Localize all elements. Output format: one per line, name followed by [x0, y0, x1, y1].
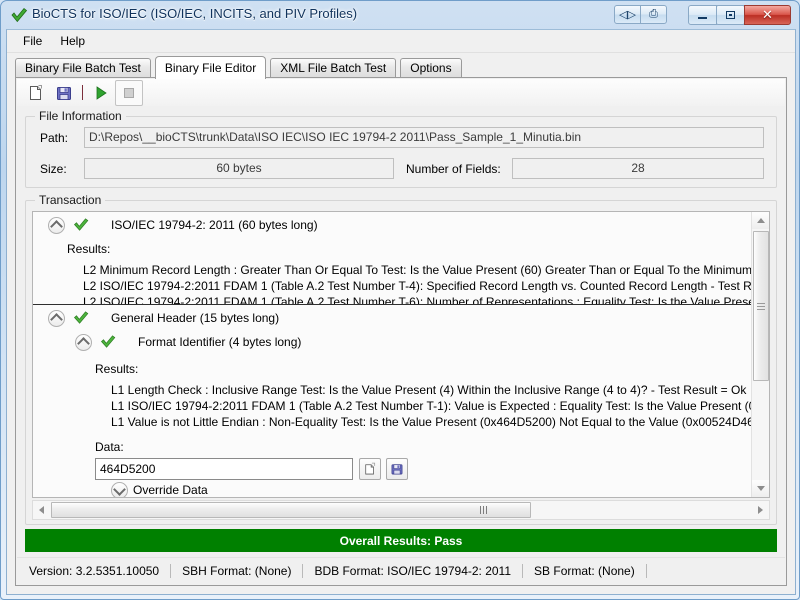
- tab-page-binary-file-editor: File Information Path: D:\Repos\__bioCTS…: [15, 77, 787, 586]
- data-label: Data:: [95, 440, 124, 454]
- status-separator: [646, 564, 647, 578]
- chevron-up-circle-icon[interactable]: [48, 217, 65, 234]
- scrollbar-grip: [757, 301, 765, 312]
- green-check-icon: [73, 310, 89, 325]
- window-title: BioCTS for ISO/IEC (ISO/IEC, INCITS, and…: [32, 6, 357, 21]
- stop-button[interactable]: [115, 80, 143, 106]
- tab-binary-file-batch-test[interactable]: Binary File Batch Test: [15, 58, 151, 78]
- number-of-fields-field[interactable]: 28: [512, 158, 764, 179]
- status-sb-format: SB Format: (None): [534, 564, 635, 578]
- caption-extra-buttons: ◁▷ ⎙: [614, 5, 667, 24]
- scroll-up-button[interactable]: [752, 212, 769, 229]
- result-line: L1 Length Check : Inclusive Range Test: …: [111, 382, 746, 398]
- status-separator: [522, 564, 523, 578]
- file-information-label: File Information: [35, 109, 126, 123]
- export-window-icon: ⎙: [641, 6, 666, 23]
- size-field[interactable]: 60 bytes: [84, 158, 394, 179]
- tab-xml-file-batch-test[interactable]: XML File Batch Test: [270, 58, 396, 78]
- path-label: Path:: [40, 131, 68, 145]
- run-icon: [93, 85, 109, 101]
- size-label: Size:: [40, 162, 67, 176]
- save-file-icon: [55, 84, 73, 102]
- green-check-icon: [10, 6, 28, 24]
- status-bdb-format: BDB Format: ISO/IEC 19794-2: 2011: [314, 564, 511, 578]
- result-line: L2 ISO/IEC 19794-2:2011 FDAM 1 (Table A.…: [83, 278, 752, 294]
- override-data-label[interactable]: Override Data: [133, 483, 208, 497]
- tree-horizontal-scrollbar[interactable]: [32, 500, 770, 520]
- status-sbh-format: SBH Format: (None): [182, 564, 291, 578]
- tree-node-format-identifier-header[interactable]: Format Identifier (4 bytes long): [33, 330, 752, 356]
- menu-item-help[interactable]: Help: [51, 31, 94, 51]
- save-data-button[interactable]: [386, 458, 408, 480]
- result-line: L2 Minimum Record Length : Greater Than …: [83, 262, 752, 278]
- chevron-down-circle-icon[interactable]: [111, 482, 128, 497]
- save-file-button[interactable]: [50, 80, 78, 106]
- tree-node-root-body: Results: L2 Minimum Record Length : Grea…: [33, 238, 752, 304]
- transaction-label: Transaction: [35, 193, 105, 207]
- tab-options[interactable]: Options: [400, 58, 461, 78]
- copy-data-button[interactable]: [359, 458, 381, 480]
- caption-window-buttons: ✕: [688, 5, 791, 25]
- scrollbar-grip: [479, 506, 488, 514]
- data-input[interactable]: 464D5200: [95, 458, 353, 480]
- horizontal-scrollbar-thumb[interactable]: [51, 502, 531, 518]
- path-field[interactable]: D:\Repos\__bioCTS\trunk\Data\ISO IEC\ISO…: [84, 127, 764, 148]
- tree-node-format-identifier: Format Identifier (4 bytes long) Results…: [33, 330, 752, 497]
- left-right-arrows-icon: ◁▷: [615, 6, 640, 23]
- scroll-right-button[interactable]: [752, 501, 769, 519]
- editor-toolbar: [17, 79, 785, 106]
- toolbar-separator: [82, 85, 83, 100]
- tree-node-root: ISO/IEC 19794-2: 2011 (60 bytes long) Re…: [33, 212, 752, 304]
- tree-node-general-header: General Header (15 bytes long) Format Id…: [33, 304, 752, 497]
- stop-icon: [121, 85, 137, 101]
- tree-node-root-title: ISO/IEC 19794-2: 2011 (60 bytes long): [111, 218, 318, 232]
- resize-arrows-button[interactable]: ◁▷: [614, 5, 641, 24]
- number-of-fields-label: Number of Fields:: [406, 162, 501, 176]
- run-button[interactable]: [87, 80, 115, 106]
- chevron-up-circle-icon[interactable]: [48, 310, 65, 327]
- tab-binary-file-editor[interactable]: Binary File Editor: [155, 56, 266, 79]
- file-information-group: File Information Path: D:\Repos\__bioCTS…: [25, 116, 777, 188]
- status-separator: [170, 564, 171, 578]
- tree-node-general-header-header[interactable]: General Header (15 bytes long): [33, 304, 752, 331]
- client-area: File Help Binary File Batch Test Binary …: [6, 29, 796, 595]
- maximize-button[interactable]: [716, 5, 745, 25]
- restore-export-button[interactable]: ⎙: [640, 5, 667, 24]
- maximize-icon: [717, 6, 744, 24]
- copy-icon: [363, 462, 377, 476]
- title-bar: BioCTS for ISO/IEC (ISO/IEC, INCITS, and…: [1, 1, 799, 29]
- save-icon: [390, 462, 404, 476]
- chevron-up-circle-icon[interactable]: [75, 334, 92, 351]
- transaction-tree-panel: ISO/IEC 19794-2: 2011 (60 bytes long) Re…: [32, 211, 770, 498]
- scroll-down-button[interactable]: [752, 480, 769, 497]
- close-button[interactable]: ✕: [744, 5, 791, 25]
- new-file-button[interactable]: [22, 80, 50, 106]
- result-line: L1 Value is not Little Endian : Non-Equa…: [111, 414, 752, 430]
- tree-node-general-header-title: General Header (15 bytes long): [111, 311, 279, 325]
- overall-results-banner: Overall Results: Pass: [25, 529, 777, 552]
- results-label: Results:: [67, 242, 110, 256]
- tab-strip: Binary File Batch Test Binary File Edito…: [15, 55, 787, 78]
- status-version: Version: 3.2.5351.10050: [29, 564, 159, 578]
- status-bar: Version: 3.2.5351.10050 SBH Format: (Non…: [17, 557, 785, 584]
- minimize-button[interactable]: [688, 5, 717, 25]
- menu-item-file[interactable]: File: [14, 31, 51, 51]
- green-check-icon: [100, 334, 116, 349]
- menu-bar: File Help: [7, 30, 795, 53]
- status-separator: [302, 564, 303, 578]
- close-icon: ✕: [745, 6, 790, 24]
- tree-vertical-scrollbar[interactable]: [751, 212, 769, 497]
- scroll-left-button[interactable]: [33, 501, 50, 519]
- tree-node-format-identifier-title: Format Identifier (4 bytes long): [138, 335, 301, 349]
- minimize-icon: [689, 6, 716, 24]
- tree-node-root-header[interactable]: ISO/IEC 19794-2: 2011 (60 bytes long): [33, 212, 752, 238]
- transaction-group: Transaction ISO/IEC 19794-2: 2011 (60 by…: [25, 200, 777, 525]
- transaction-tree-content: ISO/IEC 19794-2: 2011 (60 bytes long) Re…: [33, 212, 752, 497]
- green-check-icon: [73, 217, 89, 232]
- results-label: Results:: [95, 362, 138, 376]
- application-window: BioCTS for ISO/IEC (ISO/IEC, INCITS, and…: [0, 0, 800, 600]
- vertical-scrollbar-thumb[interactable]: [753, 231, 769, 381]
- result-line: L1 ISO/IEC 19794-2:2011 FDAM 1 (Table A.…: [111, 398, 752, 414]
- new-file-icon: [27, 84, 45, 102]
